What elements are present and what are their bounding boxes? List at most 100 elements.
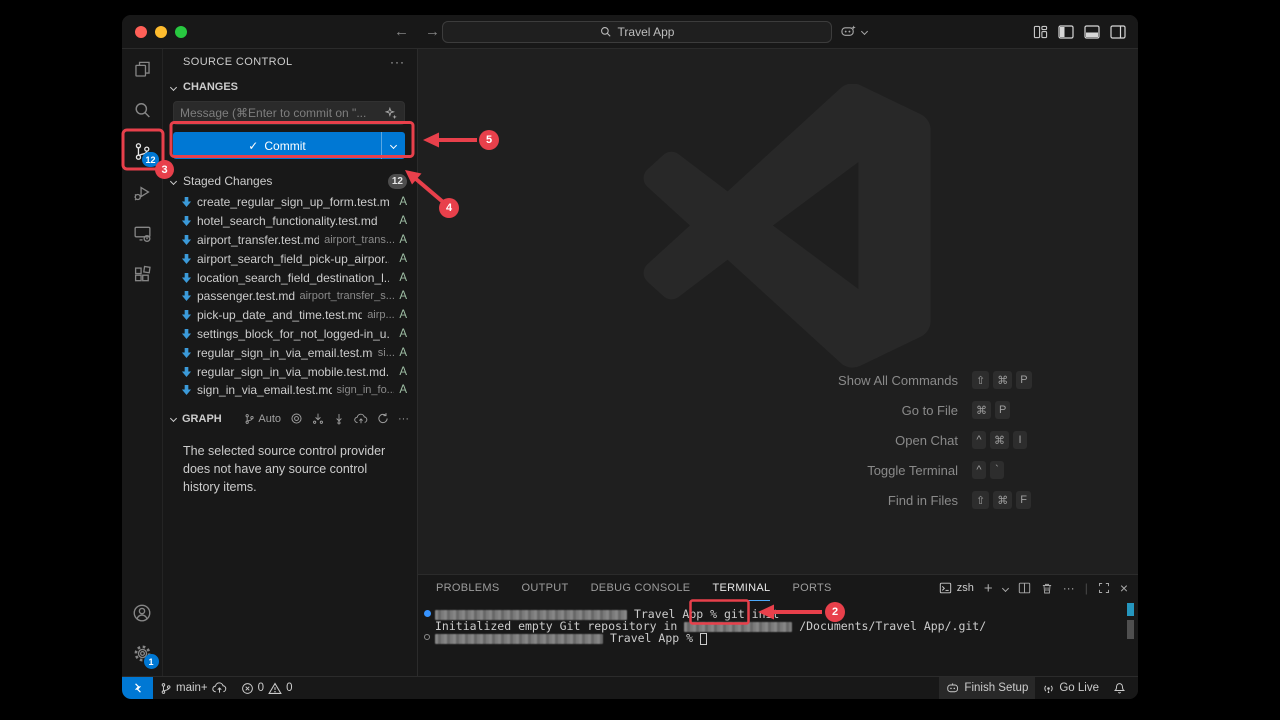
commit-message-box [173,101,405,125]
go-live-button[interactable]: Go Live [1035,677,1106,699]
tab-output[interactable]: OUTPUT [522,575,569,601]
go-live-label: Go Live [1059,682,1099,694]
new-terminal-icon[interactable]: + [984,580,993,597]
zoom-window-button[interactable] [175,26,187,38]
commit-message-input[interactable] [174,106,379,120]
tab-ports[interactable]: PORTS [792,575,831,601]
close-panel-icon[interactable]: × [1120,580,1128,596]
chevron-down-icon[interactable] [170,415,177,422]
file-type-icon [181,347,192,359]
extensions-icon[interactable] [122,254,163,295]
toggle-primary-sidebar-icon[interactable] [1058,25,1074,39]
cloud-upload-icon[interactable] [354,413,368,425]
git-init-command: git init [724,607,779,621]
key-cap: F [1016,491,1031,509]
remote-explorer-icon[interactable] [122,213,163,254]
staged-file-row[interactable]: regular_sign_in_via_email.test.mdsi... A [163,343,417,362]
file-type-icon [181,366,192,378]
search-view-icon[interactable] [122,90,163,131]
file-desc: si... [378,347,395,359]
run-debug-icon[interactable] [122,172,163,213]
changes-section-label: CHANGES [183,81,238,93]
more-actions-icon[interactable]: ··· [390,55,405,69]
staged-file-row[interactable]: create_regular_sign_up_form.test.md A [163,193,417,212]
staged-file-row[interactable]: location_search_field_destination_l... A [163,268,417,287]
staged-changes-header[interactable]: Staged Changes 12 [163,171,417,191]
refresh-icon[interactable] [377,412,389,425]
commit-button[interactable]: ✓ Commit [173,132,405,159]
file-desc: airport_trans... [324,234,394,246]
generate-commit-message-icon[interactable] [385,107,398,120]
explorer-icon[interactable] [122,49,163,90]
git-status: A [399,272,407,284]
branch-icon [160,682,172,695]
staged-file-row[interactable]: hotel_search_functionality.test.md A [163,212,417,231]
close-window-button[interactable] [135,26,147,38]
maximize-panel-icon[interactable] [1098,582,1110,594]
split-terminal-icon[interactable] [1018,582,1031,594]
terminal-dropdown-icon[interactable] [1002,584,1009,591]
git-status: A [399,234,407,246]
toggle-panel-icon[interactable] [1084,25,1100,39]
target-icon[interactable] [290,412,303,425]
branch-status-item[interactable]: main+ [153,677,234,699]
staged-file-row[interactable]: sign_in_via_email.test.mdsign_in_fo... A [163,381,417,400]
staged-file-row[interactable]: airport_search_field_pick-up_airpor... A [163,249,417,268]
forward-icon[interactable]: → [425,23,440,40]
graph-empty-message: The selected source control provider doe… [163,430,417,496]
notifications-bell[interactable] [1106,677,1138,699]
staged-file-row[interactable]: regular_sign_in_via_mobile.test.md... A [163,362,417,381]
chevron-down-icon[interactable] [170,83,177,90]
file-desc: airport_transfer_s... [300,290,395,302]
file-name: airport_transfer.test.md [197,233,319,247]
staged-file-row[interactable]: passenger.test.mdairport_transfer_s... A [163,287,417,306]
copilot-menu[interactable] [840,24,867,39]
problems-status-item[interactable]: 0 0 [234,677,300,699]
commit-dropdown-button[interactable] [381,132,405,159]
finish-setup-button[interactable]: Finish Setup [939,677,1035,699]
more-actions-icon[interactable]: ··· [398,413,409,425]
vscode-logo-watermark [641,84,931,374]
chevron-down-icon [861,28,868,35]
file-name: airport_search_field_pick-up_airpor... [197,252,389,266]
terminal-scrollbar[interactable] [1127,620,1134,639]
terminal-cursor [700,633,707,645]
tab-terminal[interactable]: TERMINAL [712,575,770,601]
vscode-window: ← → Travel App [121,14,1139,700]
accounts-icon[interactable] [122,592,163,633]
redacted-text [435,634,603,644]
file-name: create_regular_sign_up_form.test.md [197,195,389,209]
remote-indicator[interactable] [122,677,153,699]
chevron-down-icon [170,177,177,184]
source-control-view-icon[interactable]: 12 [122,131,163,172]
staged-file-row[interactable]: pick-up_date_and_time.test.mdairp... A [163,306,417,325]
back-icon[interactable]: ← [394,23,409,40]
toggle-secondary-sidebar-icon[interactable] [1110,25,1126,39]
terminal-content[interactable]: Travel App % git init Initialized empty … [418,601,1138,645]
command-success-dot [424,610,431,617]
staged-file-row[interactable]: airport_transfer.test.md airport_trans...… [163,231,417,250]
git-status: A [399,384,407,396]
tab-debug-console[interactable]: DEBUG CONSOLE [591,575,691,601]
trash-icon[interactable] [1041,582,1053,595]
settings-gear-icon[interactable]: 1 [122,633,163,674]
traffic-lights [135,26,187,38]
staged-file-row[interactable]: settings_block_for_not_logged-in_u... A [163,325,417,344]
command-center-search[interactable]: Travel App [442,21,832,43]
fetch-icon[interactable] [312,412,324,425]
auto-repo-picker[interactable]: Auto [244,413,281,425]
shortcut-label: Show All Commands [658,373,958,388]
tab-problems[interactable]: PROBLEMS [436,575,500,601]
minimize-window-button[interactable] [155,26,167,38]
more-actions-icon[interactable]: ··· [1063,581,1075,595]
shell-selector[interactable]: zsh [939,582,974,594]
file-name: regular_sign_in_via_email.test.md [197,346,373,360]
error-icon [241,682,254,695]
redacted-text [435,610,627,620]
command-pending-circle [424,634,430,640]
git-status: A [399,328,407,340]
file-type-icon [181,215,192,227]
customize-layout-icon[interactable] [1033,25,1048,39]
pull-icon[interactable] [333,412,345,425]
shell-label: zsh [957,582,974,594]
